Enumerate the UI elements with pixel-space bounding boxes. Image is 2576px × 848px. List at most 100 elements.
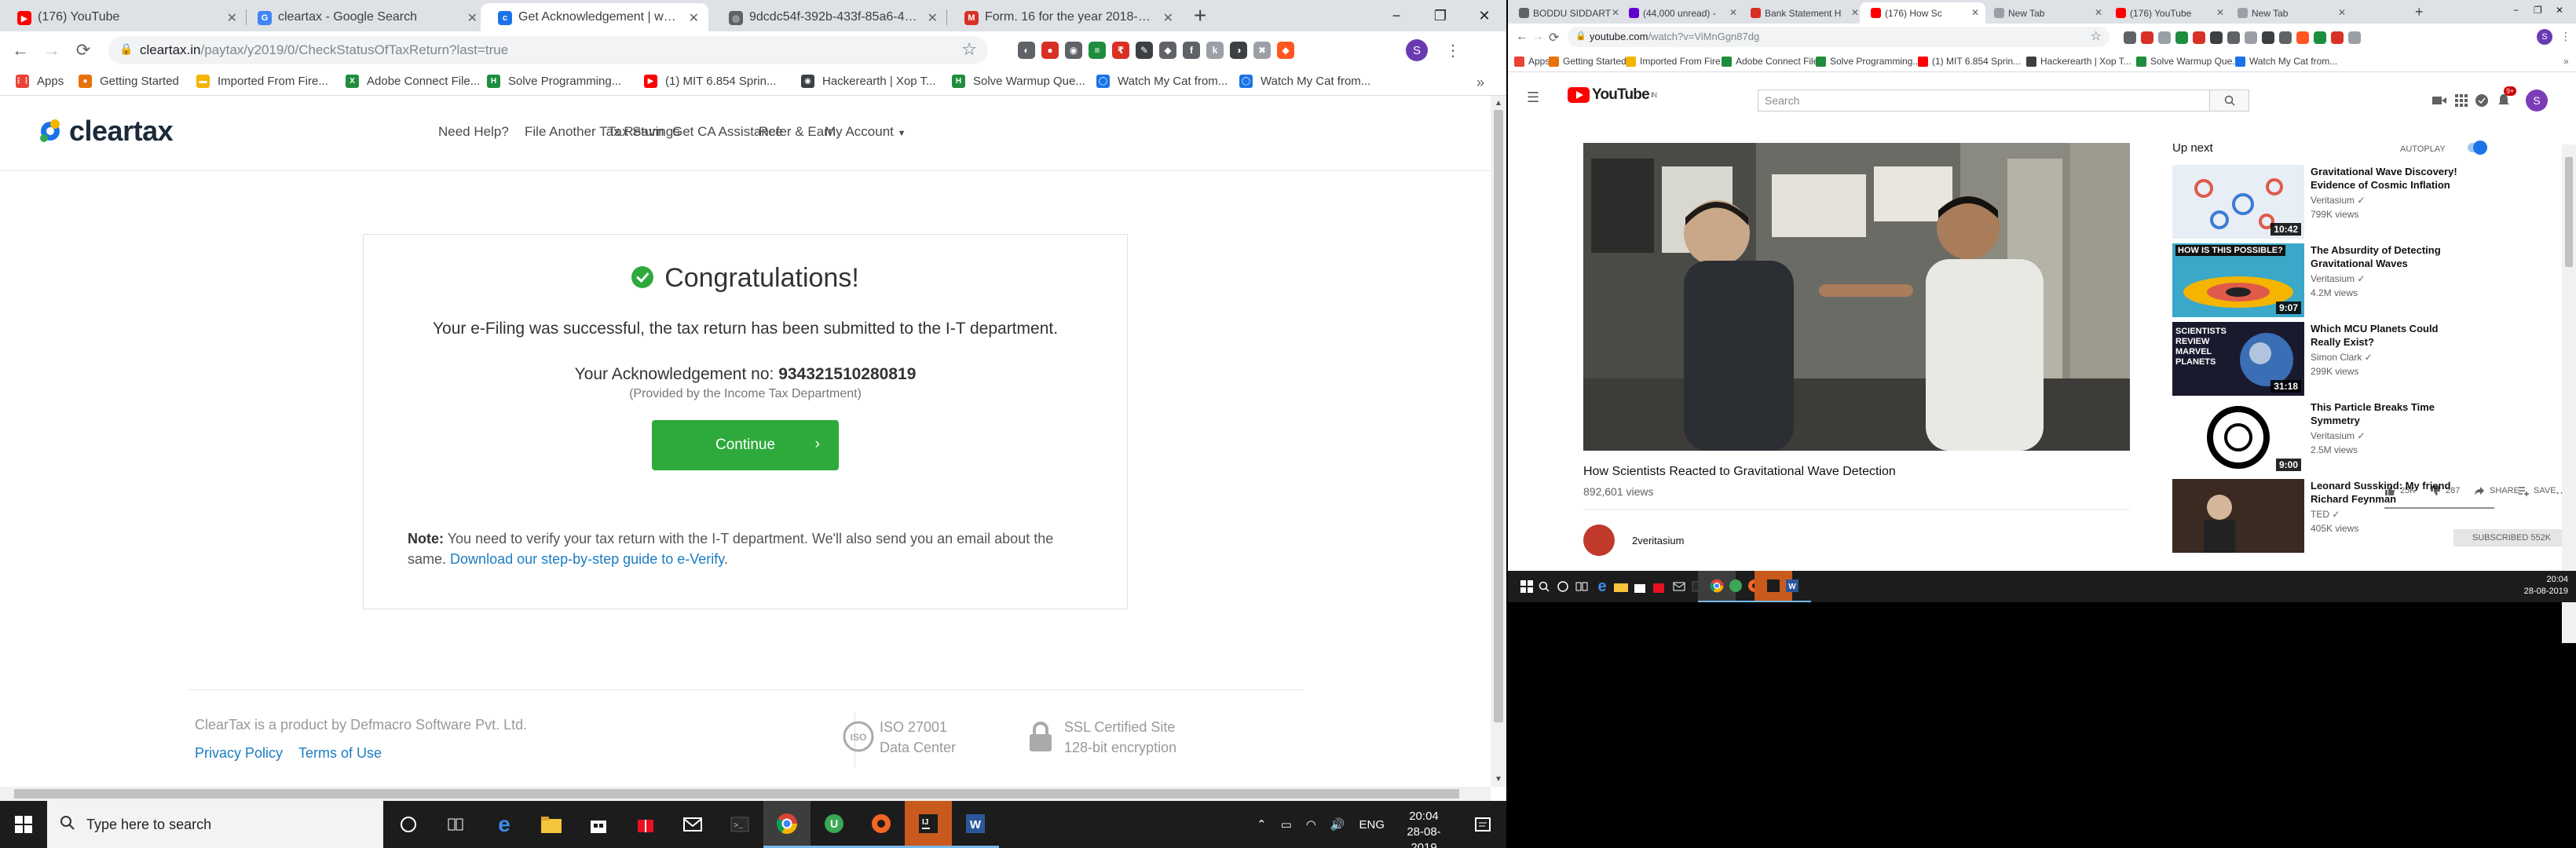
language-indicator[interactable]: ENG [1359,818,1385,832]
close-tab-icon[interactable]: ✕ [2338,7,2346,18]
close-window-button[interactable]: ✕ [1462,0,1506,31]
suggested-video-title[interactable]: Leonard Susskind: My friend Richard Feyn… [2311,479,2464,506]
right-word-icon[interactable]: W [1773,571,1811,602]
volume-icon[interactable]: 🔊 [1330,817,1345,832]
store-icon[interactable] [575,801,622,848]
bookmark-item[interactable]: X Adobe Connect File... [346,75,480,88]
right-tab[interactable]: New Tab ✕ [1983,2,2109,24]
right-tab[interactable]: BODDU SIDDART ✕ [1508,2,1626,24]
wifi-icon[interactable]: ◠ [1306,817,1316,832]
browser-extension-icon[interactable] [2158,31,2171,44]
browser-extension-icon[interactable] [2141,31,2153,44]
bookmark-star-icon[interactable]: ☆ [961,39,977,60]
youtube-search-button[interactable] [2210,90,2249,111]
youtube-avatar[interactable]: S [2526,90,2548,111]
right-tab[interactable]: (44,000 unread) - ✕ [1618,2,1744,24]
new-tab-button[interactable]: + [1194,5,1206,27]
page-vertical-scrollbar[interactable]: ▲ ▼ [1491,96,1506,787]
right-bookmark-item[interactable]: Adobe Connect File... [1722,56,1826,67]
video-thumbnail[interactable]: HOW IS THIS POSSIBLE? 9:07 [2172,243,2304,317]
task-view-icon[interactable] [432,801,479,848]
right-reload-button[interactable]: ⟳ [1549,30,1559,46]
back-button[interactable]: ← [9,39,31,61]
word-icon[interactable]: W [952,801,999,848]
close-tab-icon[interactable]: ✕ [1729,7,1737,18]
close-tab-icon[interactable]: ✕ [1971,7,1979,18]
right-bookmark-item[interactable]: Hackerearth | Xop T... [2026,56,2131,67]
green-app-icon[interactable]: U [810,801,858,848]
video-player[interactable] [1583,143,2130,451]
apps-grid-icon[interactable] [2453,93,2469,108]
browser-extension-icon[interactable]: ≡ [1089,42,1106,59]
lock-icon[interactable]: 🔒 [119,42,133,56]
browser-extension-icon[interactable]: ◆ [1277,42,1294,59]
suggested-video[interactable]: SCIENTISTS REVIEW MARVEL PLANETS 31:18 Whi… [2172,322,2549,397]
file-explorer-icon[interactable] [528,801,575,848]
suggested-video-title[interactable]: Gravitational Wave Discovery! Evidence o… [2311,165,2464,192]
hamburger-menu-icon[interactable]: ☰ [1527,90,1539,106]
right-profile-avatar[interactable]: S [2537,29,2552,45]
bookmark-item[interactable]: ▬ Imported From Fire... [196,75,328,88]
mail-icon[interactable] [669,801,716,848]
page-horizontal-scrollbar[interactable] [0,787,1491,801]
bookmark-item[interactable]: H Solve Programming... [487,75,621,88]
chrome-taskbar-icon[interactable] [763,801,810,848]
create-video-icon[interactable] [2431,93,2447,108]
terminal-icon[interactable]: >_ [716,801,763,848]
right-bookmark-item[interactable]: Watch My Cat from... [2235,56,2337,67]
notification-center-icon[interactable] [1459,801,1506,848]
browser-extension-icon[interactable]: f [1183,42,1200,59]
nav-need-help[interactable]: Need Help? [438,124,509,140]
terms-of-use-link[interactable]: Terms of Use [298,745,382,762]
browser-extension-icon[interactable]: ✎ [1136,42,1153,59]
right-forward-button[interactable]: → [1531,30,1544,44]
right-bookmark-item[interactable]: (1) MIT 6.854 Sprin... [1918,56,2021,67]
bookmark-item[interactable]: ▶ (1) MIT 6.854 Sprin... [644,75,776,88]
taskbar-search-box[interactable]: Type here to search [47,801,383,848]
messages-icon[interactable] [2474,93,2490,108]
right-tab[interactable]: New Tab ✕ [2227,2,2352,24]
tab-document-id[interactable]: ◎ 9dcdc54f-392b-433f-85a6-4cc1 ✕ [712,3,947,31]
orange-app-icon[interactable] [858,801,905,848]
browser-extension-icon[interactable] [2296,31,2309,44]
close-tab-icon[interactable]: ✕ [2095,7,2102,18]
browser-extension-icon[interactable]: ◉ [1065,42,1082,59]
bookmark-item[interactable]: ◉ Hackerearth | Xop T... [801,75,936,88]
close-tab-icon[interactable]: ✕ [467,10,478,26]
bookmark-item[interactable]: ◯ Watch My Cat from... [1239,75,1370,88]
right-bookmark-item[interactable]: Solve Programming... [1816,56,1920,67]
right-chrome-menu-icon[interactable]: ⋮ [2560,30,2571,43]
video-thumbnail[interactable]: 10:42 [2172,165,2304,239]
gift-app-icon[interactable] [622,801,669,848]
chrome-menu-icon[interactable]: ⋮ [1445,41,1461,60]
browser-extension-icon[interactable] [2279,31,2292,44]
browser-extension-icon[interactable] [2245,31,2257,44]
battery-icon[interactable]: ▭ [1281,817,1292,832]
right-bookmark-item[interactable]: Getting Started [1549,56,1626,67]
suggested-video[interactable]: 9:00 This Particle Breaks Time Symmetry Ve… [2172,400,2549,476]
privacy-policy-link[interactable]: Privacy Policy [195,745,283,762]
bookmark-star-icon[interactable]: ☆ [2091,28,2102,44]
right-maximize-button[interactable]: ❐ [2534,5,2542,16]
start-button[interactable] [0,801,47,848]
browser-extension-icon[interactable]: ✖ [1253,42,1271,59]
suggested-video[interactable]: Leonard Susskind: My friend Richard Feyn… [2172,479,2549,554]
minimize-button[interactable]: − [1374,0,1418,31]
browser-extension-icon[interactable]: ◑ [1230,42,1247,59]
everify-guide-link[interactable]: Download our step-by-step guide to e-Ver… [450,551,724,567]
edge-icon[interactable]: e [481,801,528,848]
forward-button[interactable]: → [41,39,63,61]
tab-google-search[interactable]: G cleartax - Google Search ✕ [240,3,487,31]
video-thumbnail[interactable]: 9:00 [2172,400,2304,474]
maximize-button[interactable]: ❐ [1418,0,1462,31]
apps-shortcut[interactable]: ⋮⋮ Apps [15,75,64,88]
right-close-window-button[interactable]: ✕ [2556,5,2563,16]
youtube-logo[interactable]: YouTube IN [1568,86,1657,104]
cleartax-logo[interactable]: cleartax [38,115,174,148]
video-thumbnail[interactable]: SCIENTISTS REVIEW MARVEL PLANETS 31:18 [2172,322,2304,396]
right-back-button[interactable]: ← [1516,30,1528,44]
close-tab-icon[interactable]: ✕ [1163,10,1173,26]
suggested-video-title[interactable]: The Absurdity of Detecting Gravitational… [2311,243,2464,270]
youtube-scrollbar[interactable] [2562,144,2576,643]
video-thumbnail[interactable] [2172,479,2304,553]
